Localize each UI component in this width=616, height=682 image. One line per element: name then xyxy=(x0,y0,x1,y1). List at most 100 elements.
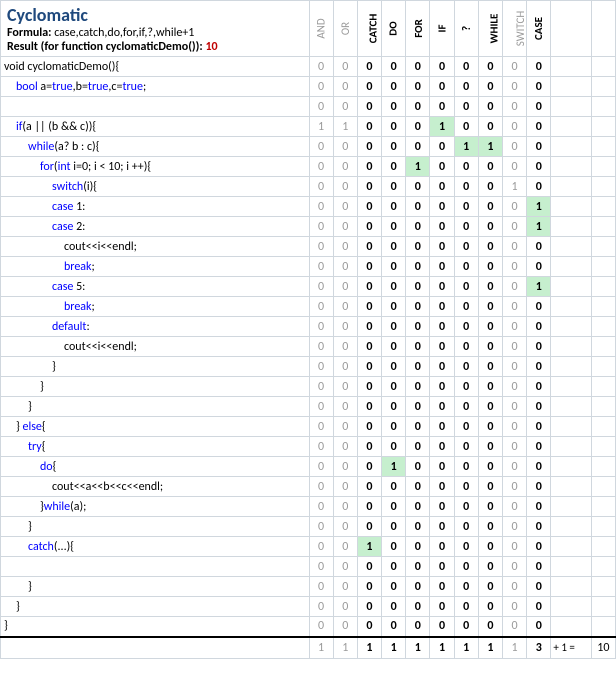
count-cell: 0 xyxy=(503,577,527,597)
code-cell: } xyxy=(1,617,310,637)
count-cell: 0 xyxy=(309,97,333,117)
code-row: }0000000000 xyxy=(1,577,616,597)
count-cell: 0 xyxy=(406,617,430,637)
count-cell: 0 xyxy=(406,417,430,437)
count-cell: 0 xyxy=(357,557,381,577)
count-cell: 0 xyxy=(478,557,502,577)
count-cell: 0 xyxy=(357,177,381,197)
count-cell: 0 xyxy=(527,617,551,637)
count-cell: 0 xyxy=(454,377,478,397)
count-cell: 0 xyxy=(478,457,502,477)
count-cell: 0 xyxy=(406,337,430,357)
code-cell xyxy=(1,97,310,117)
count-cell: 0 xyxy=(527,557,551,577)
count-cell: 0 xyxy=(527,577,551,597)
code-cell: while(a? b : c){ xyxy=(1,137,310,157)
code-row: do{0001000000 xyxy=(1,457,616,477)
count-cell: 0 xyxy=(478,337,502,357)
count-cell: 0 xyxy=(357,117,381,137)
count-cell: 0 xyxy=(382,277,406,297)
count-cell: 0 xyxy=(503,197,527,217)
count-cell: 0 xyxy=(333,597,357,617)
count-cell: 0 xyxy=(430,197,454,217)
count-cell: 0 xyxy=(382,157,406,177)
count-cell: 0 xyxy=(333,57,357,77)
count-cell: 0 xyxy=(309,317,333,337)
count-cell: 0 xyxy=(527,497,551,517)
code-row: }0000000000 xyxy=(1,597,616,617)
count-cell: 0 xyxy=(406,497,430,517)
count-cell: 0 xyxy=(406,517,430,537)
count-cell: 0 xyxy=(406,457,430,477)
count-cell: 0 xyxy=(503,57,527,77)
code-row: for(int i=0; i < 10; i ++){0000100000 xyxy=(1,157,616,177)
count-cell: 0 xyxy=(333,337,357,357)
code-cell: do{ xyxy=(1,457,310,477)
count-cell: 0 xyxy=(333,157,357,177)
count-cell: 0 xyxy=(406,97,430,117)
count-cell: 0 xyxy=(430,357,454,377)
count-cell: 0 xyxy=(309,517,333,537)
count-cell: 0 xyxy=(430,557,454,577)
count-cell: 0 xyxy=(382,217,406,237)
count-cell: 0 xyxy=(527,257,551,277)
count-cell: 0 xyxy=(357,77,381,97)
code-row: case 2:0000000001 xyxy=(1,217,616,237)
col-header-catch: CATCH xyxy=(357,1,381,57)
code-row: case 5:0000000001 xyxy=(1,277,616,297)
count-cell: 0 xyxy=(333,617,357,637)
count-cell: 0 xyxy=(382,537,406,557)
count-cell: 0 xyxy=(357,457,381,477)
sum-total: 10 xyxy=(591,637,615,659)
count-cell: 0 xyxy=(333,277,357,297)
code-row: case 1:0000000001 xyxy=(1,197,616,217)
count-cell: 0 xyxy=(478,317,502,337)
count-cell: 0 xyxy=(478,177,502,197)
count-cell: 0 xyxy=(478,357,502,377)
count-cell: 0 xyxy=(478,97,502,117)
count-cell: 0 xyxy=(430,257,454,277)
col-header-while: WHILE xyxy=(478,1,502,57)
count-cell: 0 xyxy=(454,457,478,477)
count-cell: 0 xyxy=(357,157,381,177)
count-cell: 0 xyxy=(309,577,333,597)
count-cell: 0 xyxy=(333,237,357,257)
code-cell xyxy=(1,557,310,577)
code-row: }0000000000 xyxy=(1,397,616,417)
count-cell: 0 xyxy=(357,577,381,597)
count-cell: 0 xyxy=(454,557,478,577)
count-cell: 0 xyxy=(478,77,502,97)
count-cell: 0 xyxy=(430,477,454,497)
count-cell: 0 xyxy=(503,537,527,557)
count-cell: 0 xyxy=(333,437,357,457)
count-cell: 0 xyxy=(503,437,527,457)
count-cell: 0 xyxy=(527,77,551,97)
count-cell: 0 xyxy=(454,277,478,297)
count-cell: 0 xyxy=(430,597,454,617)
count-cell: 0 xyxy=(454,177,478,197)
count-cell: 0 xyxy=(382,597,406,617)
count-cell: 0 xyxy=(478,397,502,417)
count-cell: 0 xyxy=(309,437,333,457)
count-cell: 0 xyxy=(454,437,478,457)
count-cell: 1 xyxy=(454,137,478,157)
count-cell: 0 xyxy=(454,157,478,177)
code-row: cout<<i<<endl;0000000000 xyxy=(1,237,616,257)
count-cell: 0 xyxy=(333,317,357,337)
count-cell: 0 xyxy=(503,457,527,477)
count-cell: 0 xyxy=(430,377,454,397)
header-cell: Cyclomatic Formula: case,catch,do,for,if… xyxy=(1,1,310,57)
count-cell: 0 xyxy=(382,257,406,277)
count-cell: 0 xyxy=(406,397,430,417)
count-cell: 0 xyxy=(527,537,551,557)
count-cell: 0 xyxy=(357,497,381,517)
count-cell: 0 xyxy=(454,97,478,117)
count-cell: 0 xyxy=(333,497,357,517)
count-cell: 1 xyxy=(309,117,333,137)
count-cell: 0 xyxy=(430,137,454,157)
count-cell: 0 xyxy=(430,57,454,77)
count-cell: 0 xyxy=(478,297,502,317)
count-cell: 0 xyxy=(478,57,502,77)
count-cell: 0 xyxy=(382,397,406,417)
count-cell: 0 xyxy=(382,357,406,377)
